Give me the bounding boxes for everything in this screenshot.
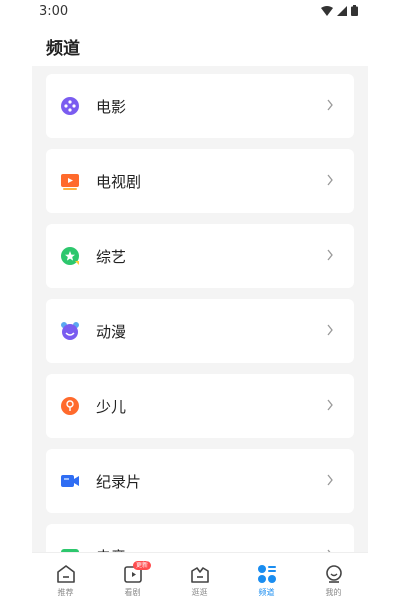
- chevron-right-icon: [327, 99, 333, 111]
- movie-icon: [61, 97, 79, 115]
- tab-recommend[interactable]: 推荐: [32, 553, 99, 600]
- variety-icon: [61, 247, 79, 265]
- tab-profile[interactable]: 我的: [300, 553, 367, 600]
- status-bar: 3:00: [32, 0, 368, 24]
- chevron-right-icon: [327, 399, 333, 411]
- channel-label: 纪录片: [96, 473, 142, 491]
- channel-item-anime[interactable]: 动漫: [46, 299, 354, 363]
- channel-label: 电视剧: [96, 173, 142, 191]
- signal-icon: [337, 5, 347, 16]
- tab-label: 逛逛: [191, 588, 208, 597]
- tab-channels[interactable]: 频道: [233, 553, 300, 600]
- chevron-right-icon: [327, 324, 333, 336]
- channel-label: 电影: [96, 98, 127, 116]
- phone-screen: 3:00 频道 电影 电视剧 综艺 动漫 少儿 纪录片 推荐 更新 看剧 逛逛 …: [32, 0, 368, 600]
- channel-item-variety[interactable]: 综艺: [46, 224, 354, 288]
- chevron-right-icon: [327, 249, 333, 261]
- channels-icon: [258, 565, 276, 583]
- status-time: 3:00: [39, 4, 69, 19]
- chevron-right-icon: [327, 174, 333, 186]
- tab-watch[interactable]: 更新 看剧: [99, 553, 166, 600]
- channel-item-documentary[interactable]: 纪录片: [46, 449, 354, 513]
- update-badge: 更新: [133, 561, 152, 570]
- channel-label: 少儿: [96, 398, 127, 416]
- tab-label: 我的: [325, 588, 342, 597]
- channel-label: 动漫: [96, 323, 127, 341]
- chevron-right-icon: [327, 474, 333, 486]
- status-icons: [321, 5, 358, 16]
- home-icon: [57, 565, 75, 583]
- kids-icon: [61, 397, 79, 415]
- channel-item-kids[interactable]: 少儿: [46, 374, 354, 438]
- channel-list[interactable]: 电影 电视剧 综艺 动漫 少儿 纪录片: [32, 66, 368, 552]
- tv-series-icon: [61, 174, 79, 190]
- tab-label: 看剧: [124, 588, 141, 597]
- channel-item-esports[interactable]: 电竞: [46, 524, 354, 552]
- profile-icon: [326, 565, 342, 583]
- channel-item-tv-series[interactable]: 电视剧: [46, 149, 354, 213]
- wifi-icon: [321, 5, 333, 16]
- tab-browse[interactable]: 逛逛: [166, 553, 233, 600]
- header: 频道: [32, 24, 368, 66]
- channel-item-movie[interactable]: 电影: [46, 74, 354, 138]
- tab-label: 频道: [258, 588, 275, 597]
- tab-label: 推荐: [57, 588, 74, 597]
- page-title: 频道: [46, 39, 80, 59]
- anime-icon: [61, 322, 79, 340]
- browse-icon: [191, 567, 209, 583]
- documentary-icon: [61, 475, 79, 487]
- bottom-tab-bar: 推荐 更新 看剧 逛逛 频道 我的: [32, 552, 368, 600]
- battery-icon: [351, 5, 358, 16]
- channel-label: 综艺: [96, 248, 127, 266]
